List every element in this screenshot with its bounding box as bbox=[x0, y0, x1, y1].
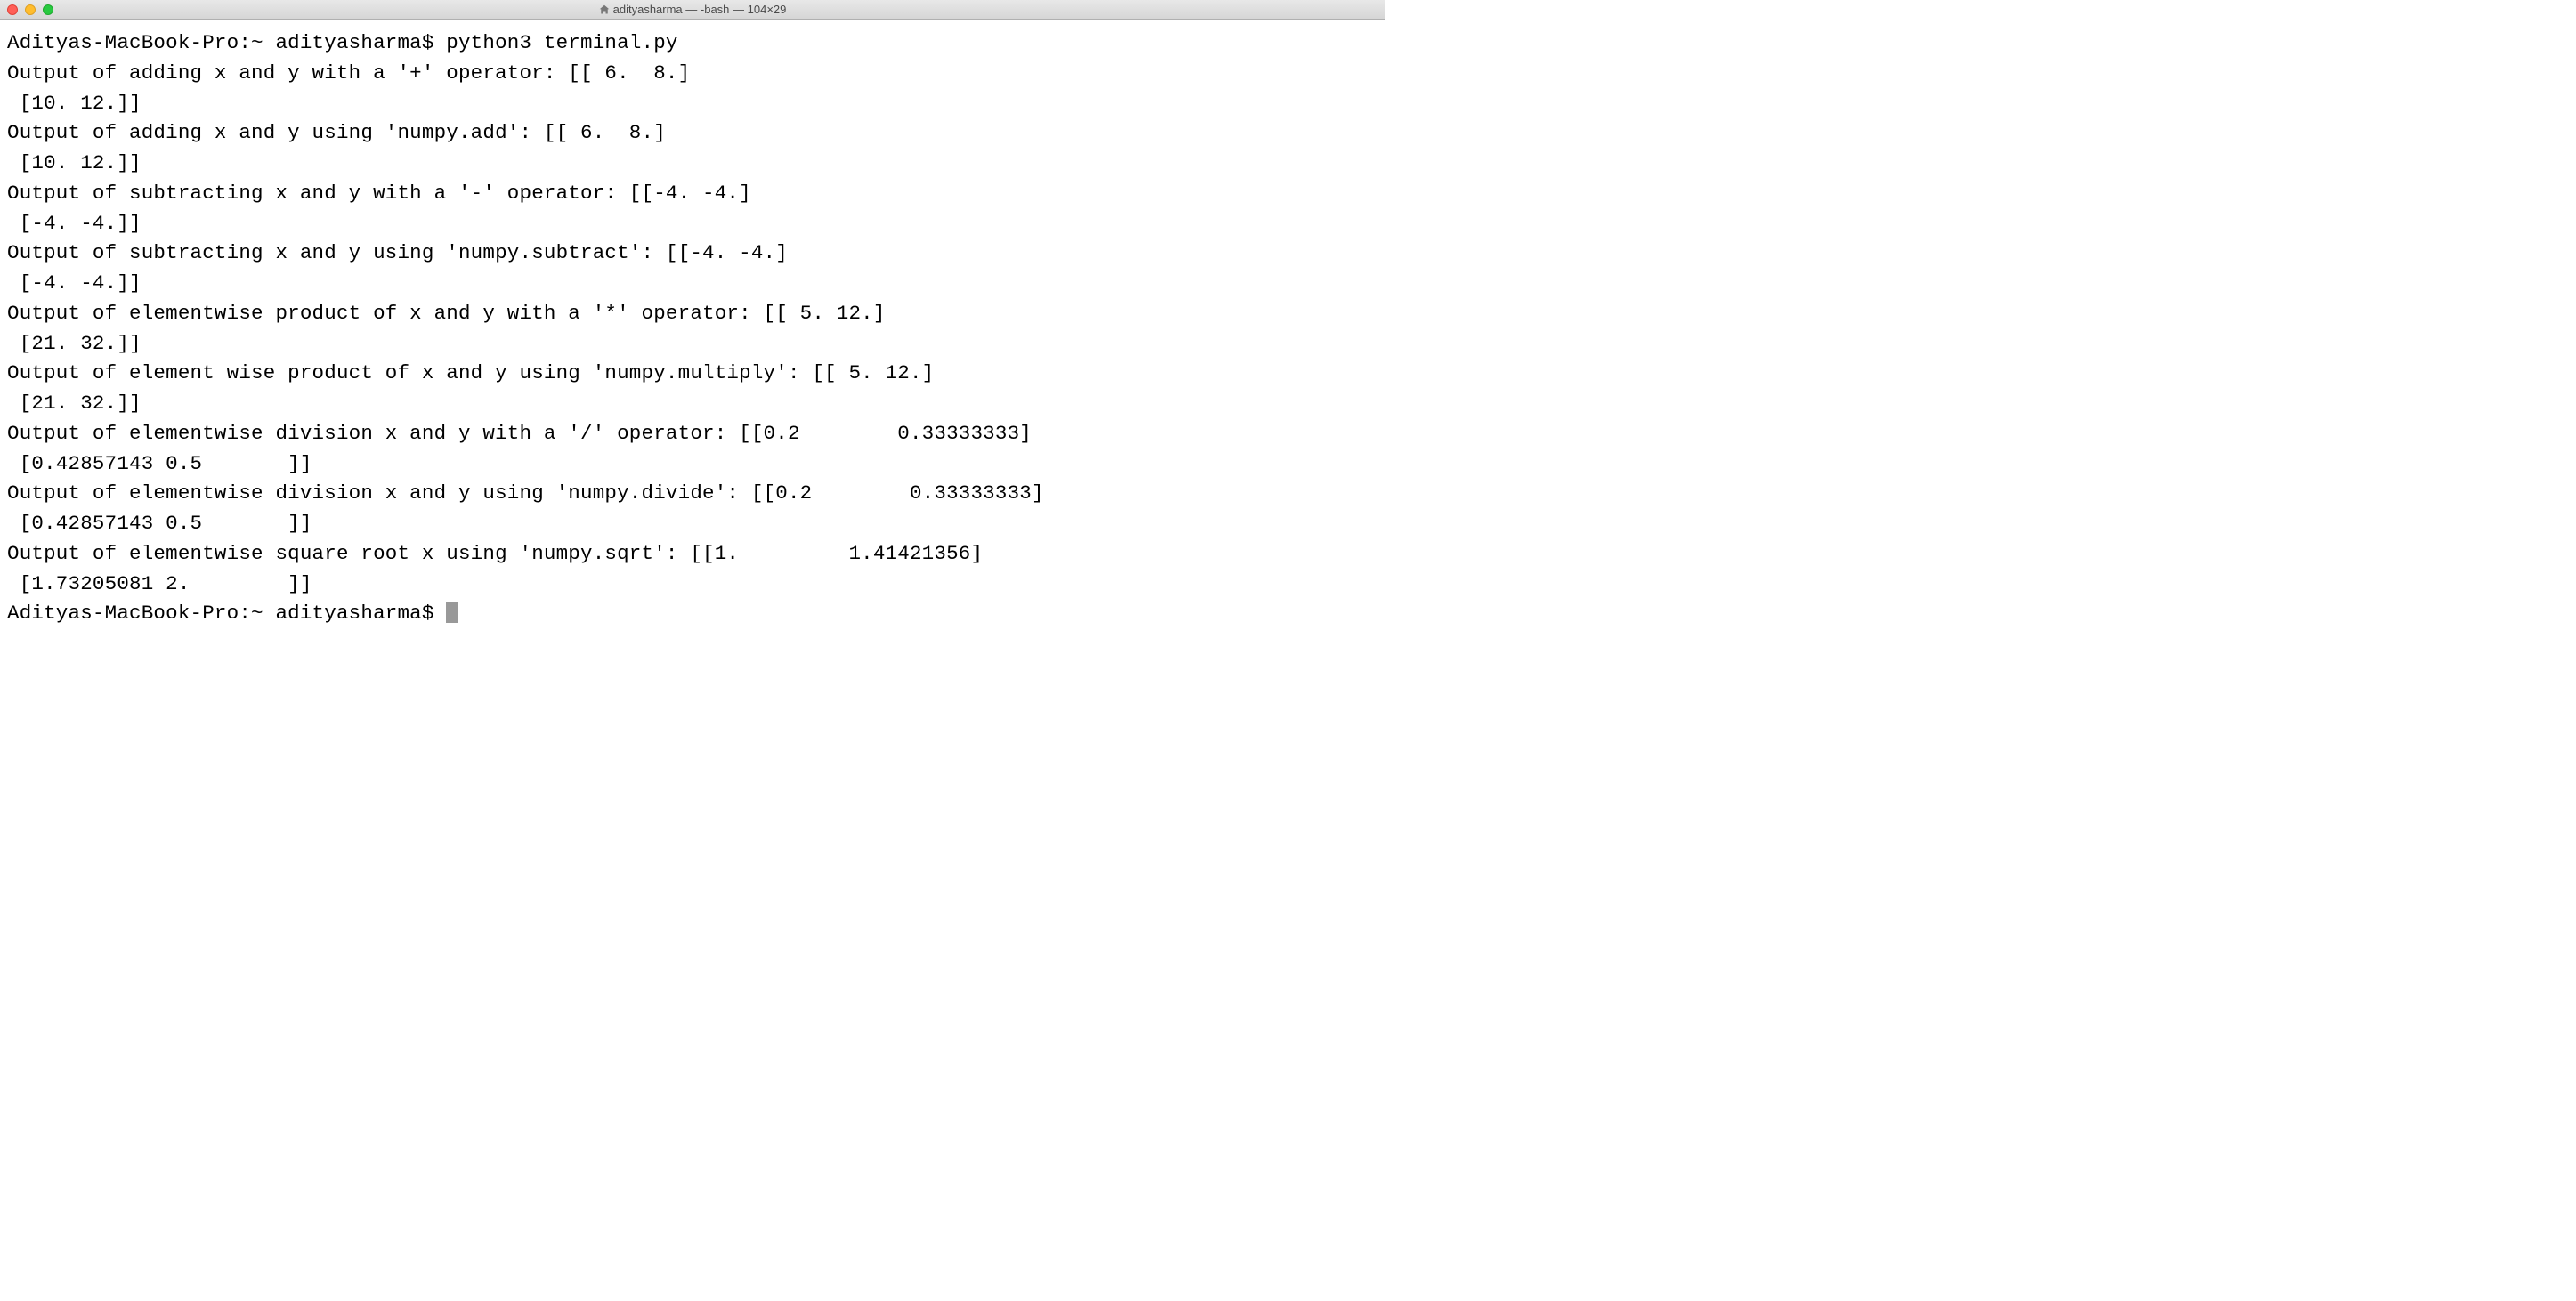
output-line: [10. 12.]] bbox=[7, 92, 142, 115]
prompt-prefix: Adityas-MacBook-Pro:~ adityasharma$ bbox=[7, 31, 446, 54]
output-line: Output of elementwise division x and y w… bbox=[7, 422, 1032, 445]
window-title-container: adityasharma — -bash — 104×29 bbox=[0, 3, 1385, 16]
output-line: [1.73205081 2. ]] bbox=[7, 572, 312, 595]
window-titlebar: adityasharma — -bash — 104×29 bbox=[0, 0, 1385, 20]
output-line: Output of adding x and y with a '+' oper… bbox=[7, 61, 690, 85]
maximize-button[interactable] bbox=[43, 4, 53, 15]
output-line: Output of element wise product of x and … bbox=[7, 361, 934, 384]
output-line: Output of subtracting x and y using 'num… bbox=[7, 241, 788, 264]
cursor bbox=[446, 602, 458, 623]
output-line: [-4. -4.]] bbox=[7, 212, 142, 235]
output-line: [21. 32.]] bbox=[7, 332, 142, 355]
output-line: Output of elementwise square root x usin… bbox=[7, 542, 983, 565]
window-title: adityasharma — -bash — 104×29 bbox=[613, 3, 787, 16]
close-button[interactable] bbox=[7, 4, 18, 15]
output-line: Output of adding x and y using 'numpy.ad… bbox=[7, 121, 666, 144]
output-line: [0.42857143 0.5 ]] bbox=[7, 512, 312, 535]
output-line: [-4. -4.]] bbox=[7, 271, 142, 295]
command: python3 terminal.py bbox=[446, 31, 677, 54]
minimize-button[interactable] bbox=[25, 4, 36, 15]
traffic-lights bbox=[0, 4, 53, 15]
output-line: Output of elementwise product of x and y… bbox=[7, 302, 886, 325]
prompt-line-2: Adityas-MacBook-Pro:~ adityasharma$ bbox=[7, 602, 458, 625]
prompt-line-1: Adityas-MacBook-Pro:~ adityasharma$ pyth… bbox=[7, 31, 678, 54]
output-line: [0.42857143 0.5 ]] bbox=[7, 452, 312, 475]
output-line: Output of elementwise division x and y u… bbox=[7, 481, 1044, 505]
home-icon bbox=[599, 4, 610, 15]
output-line: [10. 12.]] bbox=[7, 151, 142, 174]
output-line: [21. 32.]] bbox=[7, 392, 142, 415]
prompt-prefix: Adityas-MacBook-Pro:~ adityasharma$ bbox=[7, 602, 446, 625]
output-line: Output of subtracting x and y with a '-'… bbox=[7, 182, 751, 205]
terminal-content[interactable]: Adityas-MacBook-Pro:~ adityasharma$ pyth… bbox=[0, 20, 1385, 638]
